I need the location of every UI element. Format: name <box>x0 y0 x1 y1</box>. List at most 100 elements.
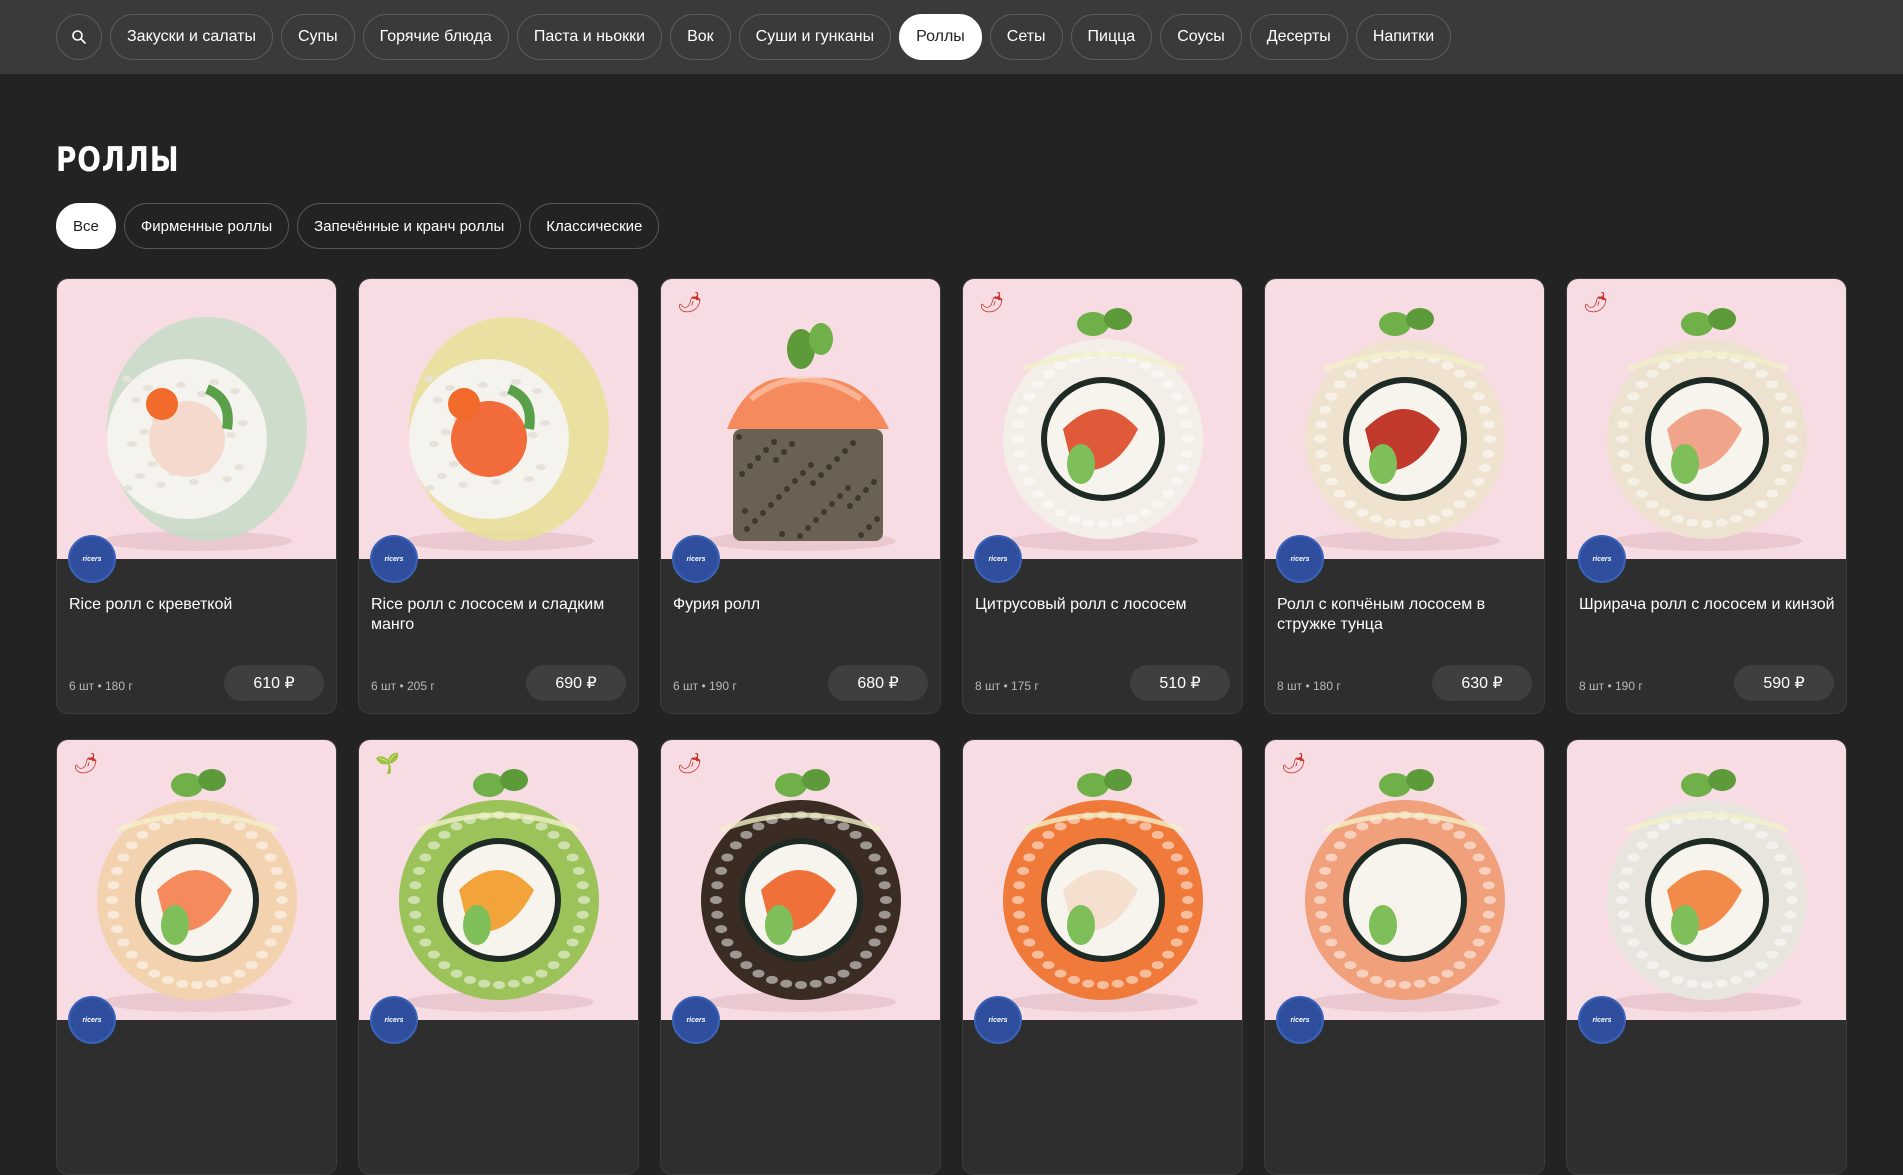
brand-logo-badge: ricers <box>672 535 720 583</box>
nav-category-button[interactable]: Десерты <box>1249 14 1348 60</box>
product-info: ricers <box>57 996 336 1174</box>
brand-logo-badge: ricers <box>1578 996 1626 1044</box>
product-image[interactable]: 🌶 <box>57 740 336 1020</box>
product-card[interactable]: 🌶 ricers Цитрусовый ролл с лососем 8 шт • 1… <box>962 278 1243 714</box>
leaf-icon: 🌱 <box>375 753 400 775</box>
product-info: ricers <box>963 996 1242 1174</box>
brand-logo-badge: ricers <box>370 996 418 1044</box>
chili-icon: 🌶 <box>73 753 99 775</box>
product-card[interactable]: ricers <box>1566 739 1847 1175</box>
filter-chip[interactable]: Классические <box>529 203 660 249</box>
product-image[interactable]: 🌱 <box>359 740 638 1020</box>
product-meta: 8 шт • 175 г <box>975 679 1039 693</box>
nav-category-button[interactable]: Напитки <box>1355 14 1452 60</box>
product-image[interactable] <box>1567 740 1846 1020</box>
product-meta: 6 шт • 180 г <box>69 679 133 693</box>
brand-logo-badge: ricers <box>672 996 720 1044</box>
product-card[interactable]: 🌱 ricers <box>358 739 639 1175</box>
product-photo <box>1305 308 1505 551</box>
product-info: ricers <box>1265 996 1544 1174</box>
product-info: ricers <box>359 996 638 1174</box>
brand-logo-badge: ricers <box>68 996 116 1044</box>
product-meta: 6 шт • 190 г <box>673 679 737 693</box>
product-card[interactable]: 🌶 ricers <box>660 739 941 1175</box>
add-to-cart-price-button[interactable]: 510 ₽ <box>1130 665 1230 701</box>
product-image[interactable]: 🌶 <box>1265 740 1544 1020</box>
product-image[interactable]: 🌶 <box>661 740 940 1020</box>
product-info: ricers <box>1567 996 1846 1174</box>
nav-category-button[interactable]: Супы <box>280 14 355 60</box>
chili-icon: 🌶 <box>1281 753 1307 775</box>
page-title: РОЛЛЫ <box>56 140 180 180</box>
filter-chip[interactable]: Фирменные роллы <box>123 203 290 249</box>
product-name[interactable]: Фурия ролл <box>673 595 931 615</box>
product-card[interactable]: 🌶 ricers Фурия ролл 6 шт • 190 г 680 ₽ <box>660 278 941 714</box>
product-info: ricers Rice ролл с лососем и сладким манг… <box>359 535 638 713</box>
product-card[interactable]: ricers <box>962 739 1243 1175</box>
product-name[interactable]: Rice ролл с лососем и сладким манго <box>371 595 629 635</box>
product-photo <box>97 769 297 1012</box>
product-grid: ricers Rice ролл с креветкой 6 шт • 180 г 6… <box>56 278 1847 1175</box>
brand-logo-badge: ricers <box>68 535 116 583</box>
search-button[interactable] <box>56 14 102 60</box>
product-image[interactable] <box>963 740 1242 1020</box>
product-card[interactable]: ricers Ролл с копчёным лососем в стружке … <box>1264 278 1545 714</box>
brand-logo-badge: ricers <box>1276 535 1324 583</box>
nav-category-button[interactable]: Роллы <box>899 14 982 60</box>
product-image[interactable] <box>57 279 336 559</box>
product-info: ricers <box>661 996 940 1174</box>
nav-category-button[interactable]: Паста и ньокки <box>516 14 663 60</box>
chili-icon: 🌶 <box>677 292 703 314</box>
product-image[interactable]: 🌶 <box>661 279 940 559</box>
subcategory-filters: Все Фирменные роллы Запечённые и кранч рол… <box>56 203 660 249</box>
brand-logo-badge: ricers <box>1578 535 1626 583</box>
brand-logo-badge: ricers <box>974 535 1022 583</box>
chili-icon: 🌶 <box>979 292 1005 314</box>
product-photo <box>1003 308 1203 551</box>
product-image[interactable]: 🌶 <box>1567 279 1846 559</box>
add-to-cart-price-button[interactable]: 610 ₽ <box>224 665 324 701</box>
nav-category-button[interactable]: Сеты <box>989 14 1063 60</box>
nav-category-button[interactable]: Пицца <box>1070 14 1153 60</box>
product-name[interactable]: Ролл с копчёным лососем в стружке тунца <box>1277 595 1535 635</box>
add-to-cart-price-button[interactable]: 630 ₽ <box>1432 665 1532 701</box>
product-photo <box>1607 769 1807 1012</box>
product-meta: 8 шт • 180 г <box>1277 679 1341 693</box>
brand-logo-badge: ricers <box>1276 996 1324 1044</box>
product-info: ricers Шрирача ролл с лососем и кинзой 8 ш… <box>1567 535 1846 713</box>
nav-category-button[interactable]: Закуски и салаты <box>110 14 273 60</box>
product-photo <box>102 317 307 551</box>
product-info: ricers Ролл с копчёным лососем в стружке … <box>1265 535 1544 713</box>
nav-category-button[interactable]: Вок <box>670 14 731 60</box>
product-image[interactable] <box>1265 279 1544 559</box>
filter-chip[interactable]: Все <box>56 203 116 249</box>
product-card[interactable]: 🌶 ricers <box>1264 739 1545 1175</box>
product-name[interactable]: Цитрусовый ролл с лососем <box>975 595 1233 615</box>
product-photo <box>404 317 609 551</box>
chili-icon: 🌶 <box>1583 292 1609 314</box>
product-card[interactable]: ricers Rice ролл с креветкой 6 шт • 180 г 6… <box>56 278 337 714</box>
add-to-cart-price-button[interactable]: 690 ₽ <box>526 665 626 701</box>
search-icon <box>72 30 86 44</box>
product-photo <box>399 769 599 1012</box>
product-meta: 6 шт • 205 г <box>371 679 435 693</box>
nav-category-button[interactable]: Горячие блюда <box>362 14 509 60</box>
product-card[interactable]: 🌶 ricers Шрирача ролл с лососем и кинзой 8 … <box>1566 278 1847 714</box>
product-photo <box>1003 769 1203 1012</box>
product-image[interactable]: 🌶 <box>963 279 1242 559</box>
product-info: ricers Фурия ролл 6 шт • 190 г 680 ₽ <box>661 535 940 713</box>
filter-chip[interactable]: Запечённые и кранч роллы <box>297 203 522 249</box>
product-name[interactable]: Rice ролл с креветкой <box>69 595 327 615</box>
nav-category-button[interactable]: Суши и гунканы <box>738 14 892 60</box>
product-card[interactable]: 🌶 ricers <box>56 739 337 1175</box>
add-to-cart-price-button[interactable]: 680 ₽ <box>828 665 928 701</box>
product-image[interactable] <box>359 279 638 559</box>
top-category-nav: Закуски и салаты Супы Горячие блюда Паста и… <box>0 0 1903 74</box>
product-photo <box>701 769 901 1012</box>
product-meta: 8 шт • 190 г <box>1579 679 1643 693</box>
add-to-cart-price-button[interactable]: 590 ₽ <box>1734 665 1834 701</box>
product-photo <box>1607 308 1807 551</box>
product-name[interactable]: Шрирача ролл с лососем и кинзой <box>1579 595 1837 615</box>
product-card[interactable]: ricers Rice ролл с лососем и сладким манг… <box>358 278 639 714</box>
nav-category-button[interactable]: Соусы <box>1160 14 1242 60</box>
